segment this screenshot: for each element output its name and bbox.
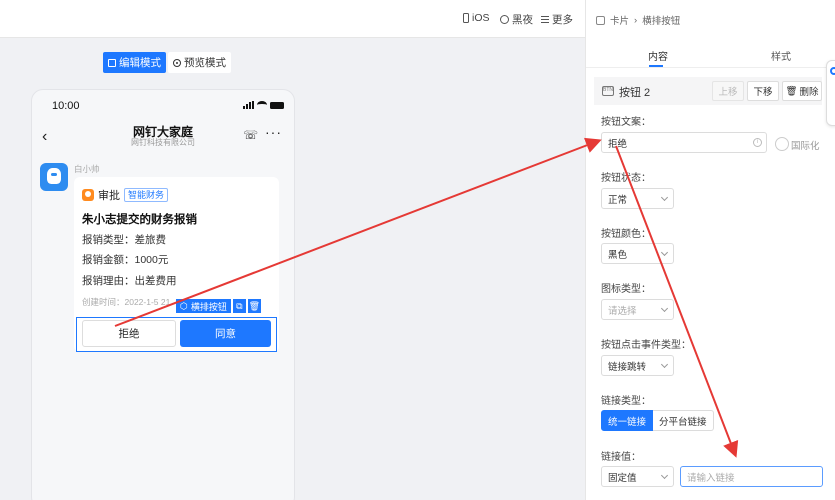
link-type-segmented: 统一链接 分平台链接 — [601, 410, 714, 431]
icon-type-label: 图标类型： — [601, 284, 651, 295]
selection-toolbar: ⬡ 横排按钮 ⧉ 🗑 — [176, 299, 261, 313]
tab-content[interactable]: 内容 — [648, 48, 668, 63]
selection-component-label[interactable]: ⬡ 横排按钮 — [176, 299, 231, 313]
click-event-value: 链接跳转 — [608, 361, 647, 373]
delete-label: 删除 — [799, 87, 819, 98]
card-icon — [596, 15, 605, 25]
preview-mode-button[interactable]: 预览模式 — [168, 52, 231, 73]
menu-icon — [541, 16, 549, 23]
button-state-value: 正常 — [608, 194, 628, 206]
trash-icon[interactable]: 🗑 — [247, 299, 261, 313]
status-icons — [243, 101, 284, 109]
component-header: BTN 按钮 2 上移 下移 🗑 删除 — [594, 77, 822, 105]
breadcrumb-item[interactable]: 卡片 — [610, 13, 629, 27]
icon-type-select[interactable]: 请选择 — [601, 299, 674, 320]
avatar — [40, 163, 68, 191]
card-line: 报销理由：出差费用 — [82, 275, 177, 287]
signal-icon — [243, 101, 254, 109]
breadcrumb-separator-icon: › — [634, 14, 638, 26]
assistant-icon — [830, 67, 835, 75]
click-event-label: 按钮点击事件类型： — [601, 340, 691, 351]
preview-mode-label: 预览模式 — [184, 57, 226, 69]
icon-type-placeholder: 请选择 — [608, 305, 637, 317]
link-value-input[interactable]: 请输入链接 — [680, 466, 823, 487]
card-tag: 智能财务 — [124, 188, 169, 202]
component-icon: ⬡ — [180, 300, 188, 311]
info-icon: i — [753, 138, 762, 147]
panel-tabs: 内容 样式 — [586, 38, 835, 68]
selection-label: 横排按钮 — [190, 301, 227, 312]
component-title: 按钮 2 — [619, 87, 651, 99]
more-dots-icon[interactable]: ··· — [265, 124, 282, 140]
edit-mode-label: 编辑模式 — [119, 57, 161, 69]
delete-button[interactable]: 🗑 删除 — [782, 81, 822, 101]
link-value-mode: 固定值 — [608, 472, 637, 484]
properties-panel: 卡片 › 横排按钮 内容 样式 BTN 按钮 2 上移 下移 🗑 删除 按钮文案… — [585, 0, 835, 500]
button-color-select[interactable]: 黑色 — [601, 243, 674, 264]
sender-name: 白小帅 — [74, 164, 100, 174]
button-color-label: 按钮颜色： — [601, 229, 651, 240]
card-title: 朱小志提交的财务报销 — [82, 214, 197, 226]
card-header: 审批 智能财务 — [82, 187, 169, 203]
more-menu[interactable]: 更多 — [541, 12, 573, 27]
ios-toggle[interactable]: iOS — [463, 12, 490, 24]
dark-mode-toggle[interactable]: 黑夜 — [500, 12, 533, 27]
button-text-input[interactable]: 拒绝 i — [601, 132, 767, 153]
button-state-select[interactable]: 正常 — [601, 188, 674, 209]
link-type-unified[interactable]: 统一链接 — [601, 410, 654, 431]
edit-icon — [108, 58, 116, 67]
approval-icon — [82, 189, 94, 201]
link-value-label: 链接值： — [601, 452, 641, 463]
button-component-icon: BTN — [602, 86, 614, 96]
i18n-label: 国际化 — [791, 141, 820, 152]
selection-outline — [76, 317, 277, 352]
edit-mode-button[interactable]: 编辑模式 — [103, 52, 166, 73]
canvas-topbar: iOS 黑夜 更多 — [0, 0, 585, 38]
battery-icon — [270, 102, 284, 109]
call-icon[interactable]: ☏ — [243, 128, 258, 142]
moon-icon — [500, 15, 509, 24]
card-line: 报销金额：1000元 — [82, 254, 169, 266]
card-type: 审批 — [98, 190, 120, 202]
button-color-value: 黑色 — [608, 249, 628, 261]
breadcrumb-item: 横排按钮 — [642, 16, 681, 27]
button-state-label: 按钮状态： — [601, 173, 651, 184]
phone-preview: 10:00 ‹ 网钉大家庭 网钉科技有限公司 ☏ ··· 白小帅 审批 智能财务… — [31, 89, 295, 500]
move-up-button[interactable]: 上移 — [712, 81, 744, 101]
mode-switch: 编辑模式 预览模式 — [103, 52, 231, 73]
card-line: 报销类型：差旅费 — [82, 234, 166, 246]
link-value-placeholder: 请输入链接 — [687, 472, 735, 484]
more-label: 更多 — [552, 14, 573, 26]
phone-icon — [463, 13, 469, 23]
trash-icon: 🗑 — [785, 85, 798, 97]
wifi-icon — [257, 101, 267, 109]
active-tab-indicator — [649, 65, 663, 67]
button-text-value: 拒绝 — [608, 138, 628, 150]
click-event-select[interactable]: 链接跳转 — [601, 355, 674, 376]
status-bar: 10:00 — [32, 90, 294, 122]
button-text-label: 按钮文案： — [601, 117, 651, 128]
card-created-time: 创建时间：2022-1-5 21 — [82, 297, 171, 307]
floating-side-tab[interactable] — [826, 60, 835, 126]
tab-style[interactable]: 样式 — [771, 48, 791, 63]
preview-icon — [173, 58, 181, 67]
breadcrumb: 卡片 › 横排按钮 — [596, 13, 680, 27]
link-type-per-platform[interactable]: 分平台链接 — [653, 410, 714, 431]
move-down-button[interactable]: 下移 — [747, 81, 779, 101]
copy-icon[interactable]: ⧉ — [232, 299, 246, 313]
link-value-mode-select[interactable]: 固定值 — [601, 466, 674, 487]
chat-navbar: ‹ 网钉大家庭 网钉科技有限公司 ☏ ··· — [32, 120, 294, 152]
ios-label: iOS — [472, 12, 490, 24]
i18n-toggle[interactable] — [775, 137, 789, 151]
dark-label: 黑夜 — [512, 14, 533, 26]
link-type-label: 链接类型： — [601, 396, 651, 407]
status-time: 10:00 — [52, 100, 80, 112]
